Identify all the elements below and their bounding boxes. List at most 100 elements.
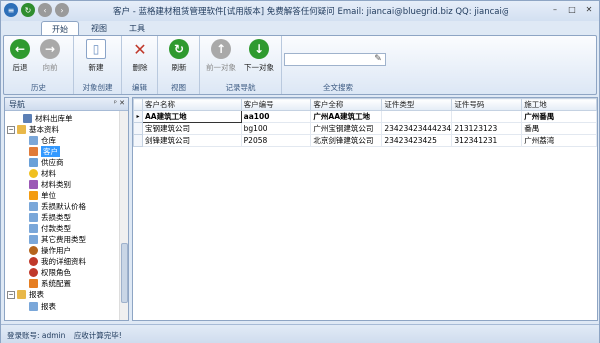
back-button[interactable]: ← 后退 bbox=[10, 39, 30, 73]
cell[interactable] bbox=[451, 110, 523, 123]
tree-item-payment-type[interactable]: 付款类型 bbox=[29, 223, 71, 234]
tree-item-operator[interactable]: 操作用户 bbox=[29, 245, 71, 256]
cell[interactable]: 213123123 bbox=[451, 122, 523, 135]
up-arrow-icon: ↑ bbox=[211, 39, 231, 59]
forward-arrow-icon: → bbox=[40, 39, 60, 59]
tab-tools[interactable]: 工具 bbox=[119, 21, 155, 36]
fulltext-search-input[interactable]: ✎ bbox=[284, 53, 386, 66]
delete-button[interactable]: ✕ 删除 bbox=[130, 39, 150, 73]
list-icon bbox=[29, 224, 38, 233]
cell[interactable]: 23423423425 bbox=[381, 134, 453, 147]
table-header-row: 客户名称 客户编号 客户全称 证件类型 证件号码 施工地 bbox=[133, 98, 597, 111]
row-indicator: ▸ bbox=[133, 110, 143, 123]
tree-item-material[interactable]: 材料 bbox=[29, 168, 56, 179]
unit-icon bbox=[29, 191, 38, 200]
cell[interactable]: AA建筑工地 bbox=[141, 110, 242, 123]
table-row[interactable]: 剑锋建筑公司 P2058 北京剑锋建筑公司 23423423425 312341… bbox=[133, 134, 597, 147]
folder-icon bbox=[17, 125, 26, 134]
new-document-icon: ▯ bbox=[86, 39, 106, 59]
cell[interactable]: 广州番禺 bbox=[521, 110, 597, 123]
refresh-icon: ↻ bbox=[169, 39, 189, 59]
role-icon bbox=[29, 268, 38, 277]
tree-item-my-details[interactable]: 我的详细资料 bbox=[29, 256, 86, 267]
tree-item-other-fee-type[interactable]: 其它费用类型 bbox=[29, 234, 86, 245]
group-record-nav: ↑ 前一对象 ↓ 下一对象 记录导航 bbox=[200, 36, 282, 94]
back-arrow-icon: ← bbox=[10, 39, 30, 59]
cell[interactable]: 312341231 bbox=[451, 134, 523, 147]
cell[interactable]: 23423423444234 bbox=[381, 122, 453, 135]
next-object-button[interactable]: ↓ 下一对象 bbox=[244, 39, 274, 73]
tree-item-loss-default-price[interactable]: 丢损默认价格 bbox=[29, 201, 86, 212]
nav-pin-close-controls[interactable]: ᵖ ✕ bbox=[114, 99, 125, 107]
cell[interactable]: 广州AA建筑工地 bbox=[310, 110, 383, 123]
app-window: ≡ ↻ ‹ › 客户 - 蓝格建材租赁管理软件[试用版本] 免费解答任何疑问 E… bbox=[0, 0, 600, 343]
down-arrow-icon: ↓ bbox=[249, 39, 269, 59]
tree-item-report[interactable]: 报表 bbox=[29, 301, 56, 312]
cell[interactable]: 广州宝钢建筑公司 bbox=[310, 122, 383, 135]
new-button[interactable]: ▯ 新建 bbox=[86, 39, 106, 73]
tree-item-supplier[interactable]: 供应商 bbox=[29, 157, 64, 168]
minimize-button[interactable]: – bbox=[547, 3, 563, 16]
user-icon bbox=[29, 246, 38, 255]
cell[interactable]: 北京剑锋建筑公司 bbox=[310, 134, 383, 147]
nav-header: 导航 ᵖ ✕ bbox=[5, 98, 128, 111]
folder-icon bbox=[17, 290, 26, 299]
window-controls: – □ ✕ bbox=[547, 3, 597, 16]
tree-item-unit[interactable]: 单位 bbox=[29, 190, 56, 201]
col-header-id-type[interactable]: 证件类型 bbox=[381, 98, 453, 111]
delete-x-icon: ✕ bbox=[133, 39, 147, 59]
app-menu-icon[interactable]: ≡ bbox=[4, 3, 18, 17]
tree-item-loss-type[interactable]: 丢损类型 bbox=[29, 212, 71, 223]
row-indicator bbox=[133, 134, 143, 147]
col-header-site[interactable]: 施工地 bbox=[521, 98, 597, 111]
back-icon[interactable]: ‹ bbox=[38, 3, 52, 17]
customer-grid: 客户名称 客户编号 客户全称 证件类型 证件号码 施工地 ▸ AA建筑工地 aa… bbox=[132, 97, 598, 321]
nav-scrollbar-thumb[interactable] bbox=[121, 243, 128, 303]
table-row[interactable]: 宝钢建筑公司 bg100 广州宝钢建筑公司 23423423444234 213… bbox=[133, 122, 597, 135]
collapse-icon[interactable]: − bbox=[7, 290, 15, 299]
group-edit: ✕ 删除 编辑 bbox=[122, 36, 158, 94]
tab-view[interactable]: 视图 bbox=[81, 21, 117, 36]
forward-icon[interactable]: › bbox=[55, 3, 69, 17]
tree-item-roles[interactable]: 权限角色 bbox=[29, 267, 71, 278]
cell[interactable]: 宝钢建筑公司 bbox=[141, 122, 242, 135]
price-icon bbox=[29, 202, 38, 211]
cell[interactable]: 番禺 bbox=[521, 122, 597, 135]
close-button[interactable]: ✕ bbox=[581, 3, 597, 16]
maximize-button[interactable]: □ bbox=[564, 3, 580, 16]
cell[interactable]: 广州荔湾 bbox=[521, 134, 597, 147]
cell[interactable] bbox=[381, 110, 453, 123]
tree-group-basic-data[interactable]: − 基本资料 bbox=[7, 124, 59, 135]
tree-item-customer[interactable]: 客户 bbox=[29, 146, 60, 157]
supplier-icon bbox=[29, 158, 38, 167]
ribbon-tabs: 开始 视图 工具 bbox=[1, 21, 599, 36]
prev-object-button[interactable]: ↑ 前一对象 bbox=[206, 39, 236, 73]
material-icon bbox=[29, 169, 38, 178]
tab-start[interactable]: 开始 bbox=[41, 21, 79, 36]
tree-item-system-config[interactable]: 系统配置 bbox=[29, 278, 71, 289]
list-icon bbox=[29, 235, 38, 244]
refresh-button[interactable]: ↻ 刷新 bbox=[169, 39, 189, 73]
collapse-icon[interactable]: − bbox=[7, 125, 15, 134]
forward-button[interactable]: → 向前 bbox=[40, 39, 60, 73]
tree-item-material-outbound[interactable]: 材料出库单 bbox=[23, 113, 73, 124]
cell[interactable]: 剑锋建筑公司 bbox=[141, 134, 242, 147]
document-icon bbox=[23, 114, 32, 123]
tree-item-material-category[interactable]: 材料类别 bbox=[29, 179, 71, 190]
tree-item-warehouse[interactable]: 仓库 bbox=[29, 135, 56, 146]
nav-scrollbar[interactable] bbox=[119, 111, 128, 320]
nav-tree: 材料出库单 − 基本资料 仓库 客户 供应商 材料 材料类别 单位 丢损默认价格 … bbox=[5, 111, 128, 320]
tree-group-reports[interactable]: − 报表 bbox=[7, 289, 44, 300]
col-header-id-number[interactable]: 证件号码 bbox=[451, 98, 523, 111]
cell[interactable]: P2058 bbox=[240, 134, 312, 147]
col-header-customer-name[interactable]: 客户名称 bbox=[141, 98, 242, 111]
status-bar: 登录账号: admin 应收计算完毕! bbox=[1, 324, 599, 343]
search-clear-icon[interactable]: ✎ bbox=[372, 54, 384, 65]
profile-icon bbox=[29, 257, 38, 266]
cell[interactable]: aa100 bbox=[240, 110, 312, 123]
col-header-customer-fullname[interactable]: 客户全称 bbox=[310, 98, 383, 111]
refresh-icon[interactable]: ↻ bbox=[21, 3, 35, 17]
cell[interactable]: bg100 bbox=[240, 122, 312, 135]
table-row[interactable]: ▸ AA建筑工地 aa100 广州AA建筑工地 广州番禺 bbox=[133, 110, 597, 123]
col-header-customer-code[interactable]: 客户编号 bbox=[240, 98, 312, 111]
